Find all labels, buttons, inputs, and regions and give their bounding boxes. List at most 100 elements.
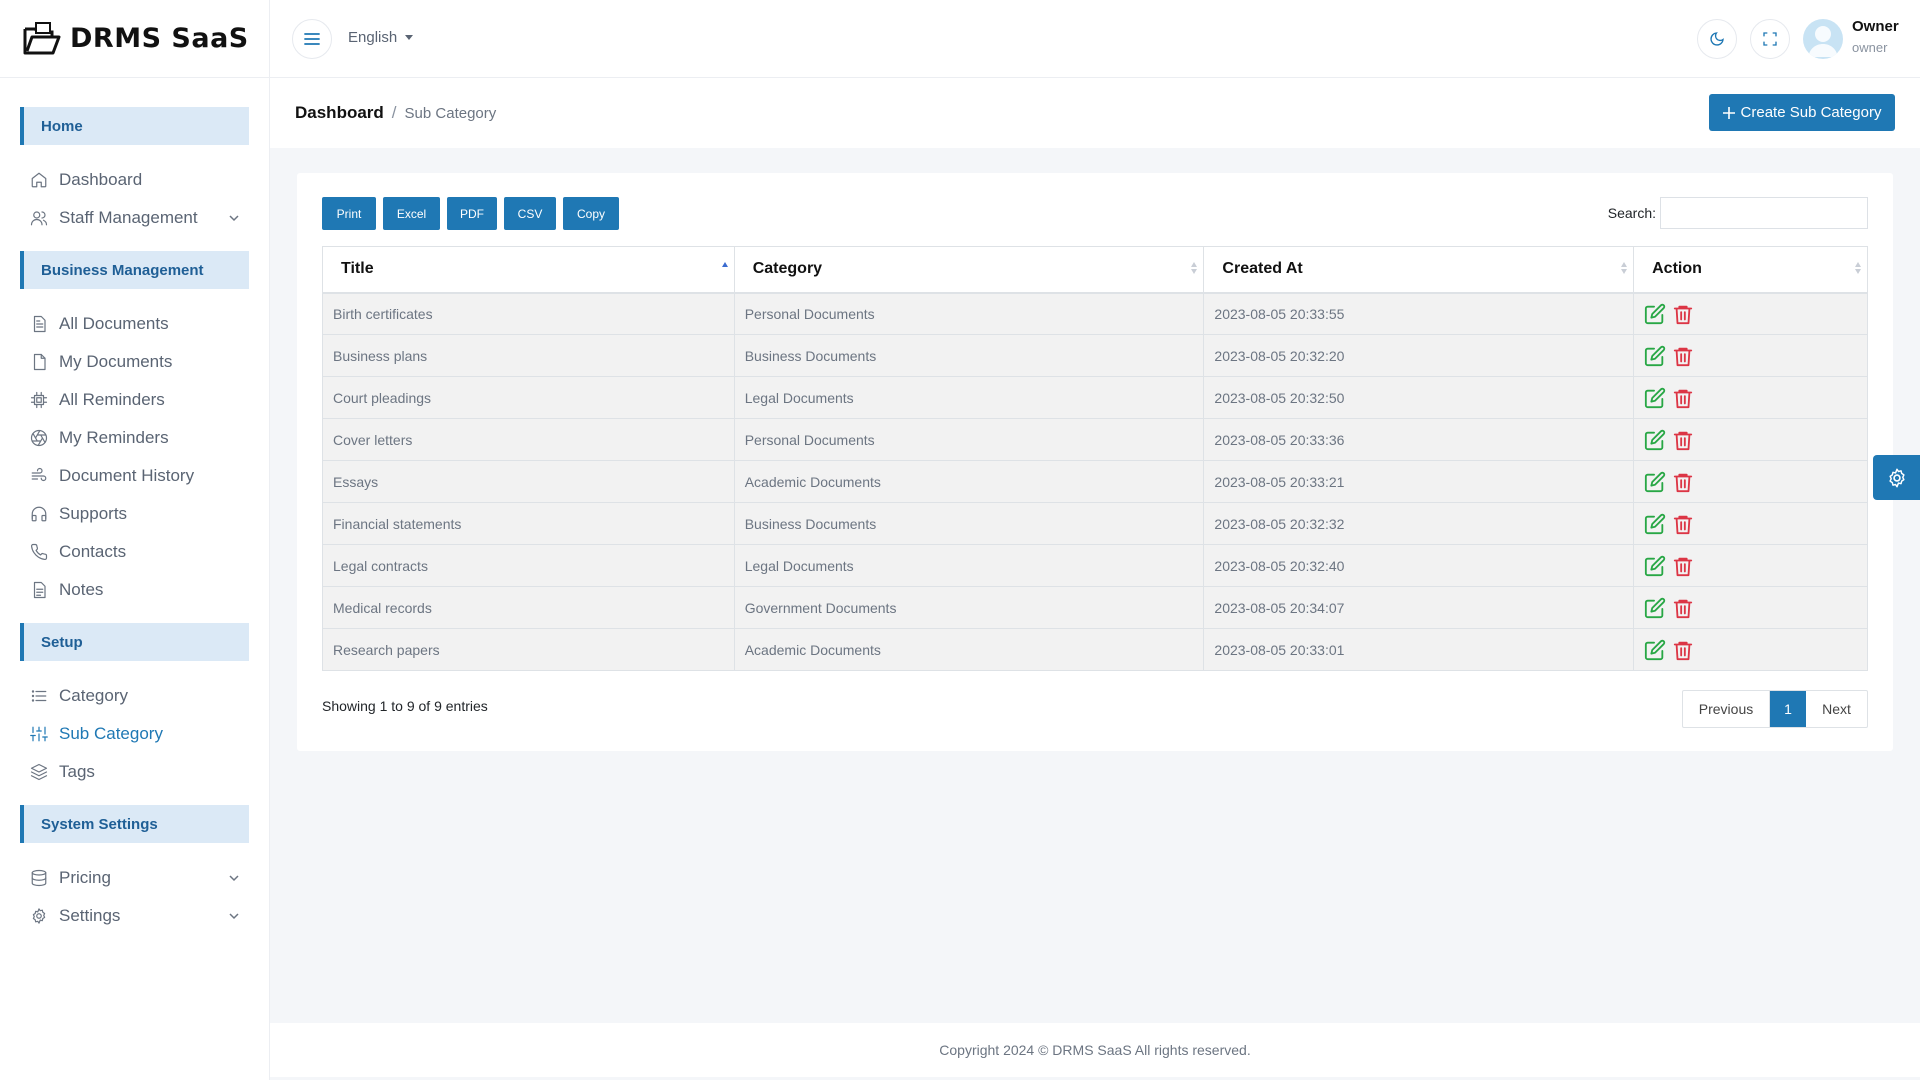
cell-created-at: 2023-08-05 20:32:32 <box>1203 502 1635 545</box>
next-page-button[interactable]: Next <box>1806 691 1867 727</box>
edit-icon[interactable] <box>1644 345 1666 367</box>
excel-button[interactable]: Excel <box>383 197 440 230</box>
wind-icon <box>30 467 48 485</box>
sidebar-item-contacts[interactable]: Contacts <box>0 533 269 571</box>
sidebar-section-home: Home <box>20 107 249 145</box>
edit-icon[interactable] <box>1644 471 1666 493</box>
sub-category-table: Title Category Created At Action Birth c… <box>322 246 1868 671</box>
sidebar-item-category[interactable]: Category <box>0 677 269 715</box>
column-header-action[interactable]: Action <box>1633 246 1868 294</box>
csv-button[interactable]: CSV <box>504 197 556 230</box>
sidebar-item-label: Staff Management <box>59 208 198 227</box>
delete-icon[interactable] <box>1672 555 1694 577</box>
chevron-down-icon <box>229 215 239 222</box>
cell-created-at: 2023-08-05 20:33:21 <box>1203 460 1635 503</box>
row-actions <box>1644 387 1867 409</box>
language-selector[interactable]: English <box>348 29 414 46</box>
cell-actions <box>1633 376 1868 419</box>
database-icon <box>30 869 48 887</box>
sidebar-item-pricing[interactable]: Pricing <box>0 859 269 897</box>
fullscreen-button[interactable] <box>1750 19 1790 59</box>
moon-icon <box>1710 32 1724 46</box>
sidebar-item-label: All Reminders <box>59 390 165 409</box>
sidebar-item-staff-management[interactable]: Staff Management <box>0 199 269 237</box>
print-button[interactable]: Print <box>322 197 376 230</box>
cell-created-at: 2023-08-05 20:33:36 <box>1203 418 1635 461</box>
sidebar-item-sub-category[interactable]: Sub Category <box>0 715 269 753</box>
sidebar-nav: Home Dashboard Staff Management Business Ma… <box>0 78 269 949</box>
edit-icon[interactable] <box>1644 429 1666 451</box>
notes-icon <box>30 581 48 599</box>
delete-icon[interactable] <box>1672 597 1694 619</box>
table-header-row: Title Category Created At Action <box>322 246 1868 294</box>
delete-icon[interactable] <box>1672 513 1694 535</box>
dark-mode-button[interactable] <box>1697 19 1737 59</box>
delete-icon[interactable] <box>1672 429 1694 451</box>
sidebar-item-label: Category <box>59 686 128 705</box>
cell-actions <box>1633 460 1868 503</box>
cell-created-at: 2023-08-05 20:33:55 <box>1203 292 1635 335</box>
pagination: Previous 1 Next <box>1682 690 1868 728</box>
edit-icon[interactable] <box>1644 387 1666 409</box>
delete-icon[interactable] <box>1672 639 1694 661</box>
column-header-title[interactable]: Title <box>322 246 735 294</box>
page-1-button[interactable]: 1 <box>1770 691 1806 727</box>
avatar[interactable] <box>1803 19 1843 59</box>
sort-icon <box>1191 262 1198 274</box>
copyright-text: Copyright 2024 © DRMS SaaS All rights re… <box>939 1042 1251 1058</box>
sidebar-item-dashboard[interactable]: Dashboard <box>0 161 269 199</box>
cell-category: Academic Documents <box>733 628 1205 671</box>
edit-icon[interactable] <box>1644 555 1666 577</box>
sidebar-item-label: Supports <box>59 504 128 523</box>
search-input[interactable] <box>1660 197 1868 229</box>
delete-icon[interactable] <box>1672 387 1694 409</box>
edit-icon[interactable] <box>1644 303 1666 325</box>
sidebar-item-all-reminders[interactable]: All Reminders <box>0 381 269 419</box>
sidebar-item-notes[interactable]: Notes <box>0 571 269 609</box>
create-button-label: Create Sub Category <box>1740 104 1882 121</box>
sidebar-item-settings[interactable]: Settings <box>0 897 269 935</box>
sidebar-item-label: My Reminders <box>59 428 169 447</box>
sidebar-item-tags[interactable]: Tags <box>0 753 269 791</box>
cell-created-at: 2023-08-05 20:32:20 <box>1203 334 1635 377</box>
delete-icon[interactable] <box>1672 345 1694 367</box>
user-avatar-icon <box>1808 26 1838 57</box>
column-header-created-at[interactable]: Created At <box>1203 246 1635 294</box>
aperture-icon <box>30 429 48 447</box>
row-actions <box>1644 471 1867 493</box>
create-sub-category-button[interactable]: Create Sub Category <box>1709 94 1895 131</box>
table-row: Research papers Academic Documents 2023-08… <box>322 628 1868 671</box>
user-name[interactable]: Owner <box>1852 18 1899 35</box>
cell-created-at: 2023-08-05 20:32:40 <box>1203 544 1635 587</box>
sidebar-item-my-documents[interactable]: My Documents <box>0 343 269 381</box>
sidebar-item-supports[interactable]: Supports <box>0 495 269 533</box>
sidebar-item-document-history[interactable]: Document History <box>0 457 269 495</box>
delete-icon[interactable] <box>1672 471 1694 493</box>
copy-button[interactable]: Copy <box>563 197 619 230</box>
cell-title: Business plans <box>322 334 735 377</box>
brand-name: DRMS SaaS <box>70 23 249 54</box>
export-buttons: Print Excel PDF CSV Copy <box>322 197 619 230</box>
edit-icon[interactable] <box>1644 597 1666 619</box>
sidebar-item-all-documents[interactable]: All Documents <box>0 305 269 343</box>
menu-toggle-button[interactable] <box>292 19 332 59</box>
delete-icon[interactable] <box>1672 303 1694 325</box>
column-header-category[interactable]: Category <box>733 246 1205 294</box>
previous-page-button[interactable]: Previous <box>1683 691 1770 727</box>
cell-title: Essays <box>322 460 735 503</box>
sidebar-item-my-reminders[interactable]: My Reminders <box>0 419 269 457</box>
theme-settings-button[interactable] <box>1873 455 1920 500</box>
column-title-label: Title <box>341 260 374 278</box>
sidebar-group: Category Sub Category Tags <box>0 661 269 805</box>
sidebar-item-label: Settings <box>59 906 121 925</box>
edit-icon[interactable] <box>1644 639 1666 661</box>
edit-icon[interactable] <box>1644 513 1666 535</box>
cell-actions <box>1633 334 1868 377</box>
breadcrumb-home[interactable]: Dashboard <box>295 103 384 123</box>
column-action-label: Action <box>1652 260 1702 278</box>
pdf-button[interactable]: PDF <box>447 197 497 230</box>
cell-title: Legal contracts <box>322 544 735 587</box>
brand[interactable]: DRMS SaaS <box>0 0 269 78</box>
sidebar-item-label: Pricing <box>59 868 111 887</box>
table-row: Essays Academic Documents 2023-08-05 20:33… <box>322 460 1868 503</box>
